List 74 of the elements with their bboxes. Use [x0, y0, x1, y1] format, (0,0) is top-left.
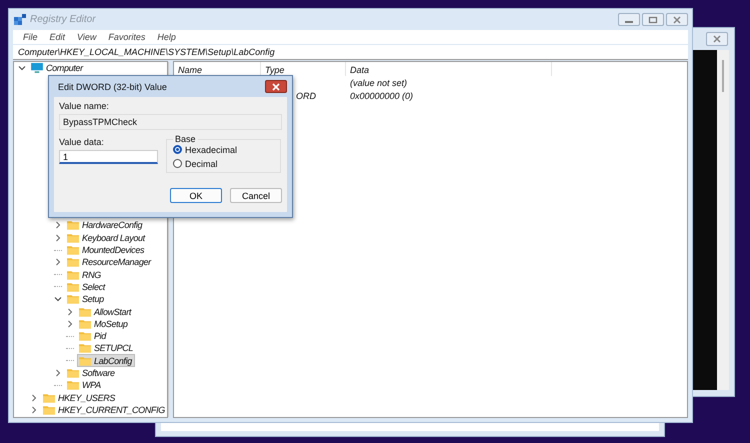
chevron-right-icon[interactable] [54, 234, 62, 242]
radio-option[interactable]: Hexadecimal [173, 144, 276, 155]
folder-icon [67, 294, 79, 304]
menu-item[interactable]: Favorites [108, 32, 146, 42]
menu-item[interactable]: Help [157, 32, 176, 42]
tree-item[interactable]: HKEY_USERS [41, 391, 118, 404]
tree-item[interactable]: MountedDevices [65, 244, 148, 257]
address-bar[interactable]: Computer\HKEY_LOCAL_MACHINE\SYSTEM\Setup\LabConfig [13, 45, 688, 60]
chevron-right-icon[interactable] [54, 258, 62, 266]
folder-icon [67, 270, 79, 280]
scrollbar-thumb[interactable] [722, 60, 724, 92]
chevron-right-icon[interactable] [30, 394, 38, 402]
group-label: Base [174, 134, 197, 144]
table-cell: (value not set) [350, 78, 408, 88]
folder-icon [79, 318, 91, 329]
table-cell: ORD [296, 90, 316, 100]
folder-icon [67, 380, 79, 390]
menu-item[interactable]: View [77, 32, 96, 42]
computer-icon [31, 63, 43, 74]
tree-item[interactable]: LabConfig [77, 354, 135, 368]
chevron-right-icon[interactable] [66, 320, 74, 328]
folder-icon [79, 331, 91, 342]
tree-item[interactable]: HardwareConfig [65, 218, 146, 232]
column-header[interactable]: Data [346, 62, 552, 76]
folder-icon [67, 282, 79, 292]
value-data-field[interactable]: 1 [59, 150, 158, 164]
folder-icon [43, 392, 55, 403]
maximize-button[interactable] [642, 13, 664, 26]
chevron-right-icon[interactable] [66, 308, 74, 316]
tree-item[interactable]: AllowStart [77, 305, 134, 318]
chevron-down-icon[interactable] [54, 295, 62, 304]
folder-icon [67, 232, 79, 243]
chevron-right-icon[interactable] [54, 369, 62, 377]
close-button[interactable] [265, 80, 287, 93]
folder-icon [67, 245, 79, 256]
chevron-right-icon[interactable] [54, 221, 62, 230]
tree-item[interactable]: ResourceManager [65, 256, 154, 269]
tree-item[interactable]: Software [65, 366, 118, 380]
minimize-button[interactable] [618, 13, 640, 26]
menu-item[interactable]: Edit [50, 32, 66, 42]
radio-option[interactable]: Decimal [173, 158, 276, 169]
folder-icon [67, 257, 79, 268]
field-label: Value data: [59, 137, 105, 147]
tree-item[interactable]: WPA [65, 378, 104, 392]
folder-icon [43, 404, 55, 415]
close-icon [271, 82, 281, 90]
tree-item[interactable]: Pid [77, 330, 109, 343]
tree-item[interactable]: MoSetup [77, 317, 131, 330]
tree-item[interactable]: Computer [29, 62, 86, 75]
maximize-icon [648, 16, 658, 24]
tree-item[interactable]: Keyboard Layout [65, 231, 148, 244]
tree-item[interactable]: Setup [65, 292, 107, 306]
value-name-field[interactable]: BypassTPMCheck [59, 114, 282, 130]
table-cell: 0x00000000 (0) [350, 90, 414, 100]
folder-icon [79, 356, 91, 366]
close-icon [712, 35, 722, 43]
cancel-button[interactable]: Cancel [230, 188, 282, 203]
tree-item[interactable]: RNG [65, 268, 104, 282]
field-label: Value name: [59, 101, 110, 111]
ok-button[interactable]: OK [170, 188, 222, 203]
menu-item[interactable]: File [23, 32, 38, 42]
folder-icon [79, 343, 91, 354]
chevron-right-icon[interactable] [30, 406, 38, 414]
app-icon [14, 14, 26, 26]
close-icon [672, 16, 682, 24]
tree-item[interactable]: HKEY_CURRENT_CONFIG [41, 403, 168, 416]
tree-item[interactable]: SETUPCL [77, 342, 136, 355]
folder-icon [79, 306, 91, 317]
folder-icon [67, 368, 79, 378]
tree-item[interactable]: Select [65, 280, 108, 294]
window-title: Registry Editor [30, 14, 96, 25]
chevron-down-icon[interactable] [18, 64, 26, 72]
dialog-title: Edit DWORD (32-bit) Value [58, 82, 167, 92]
folder-icon [67, 220, 79, 230]
